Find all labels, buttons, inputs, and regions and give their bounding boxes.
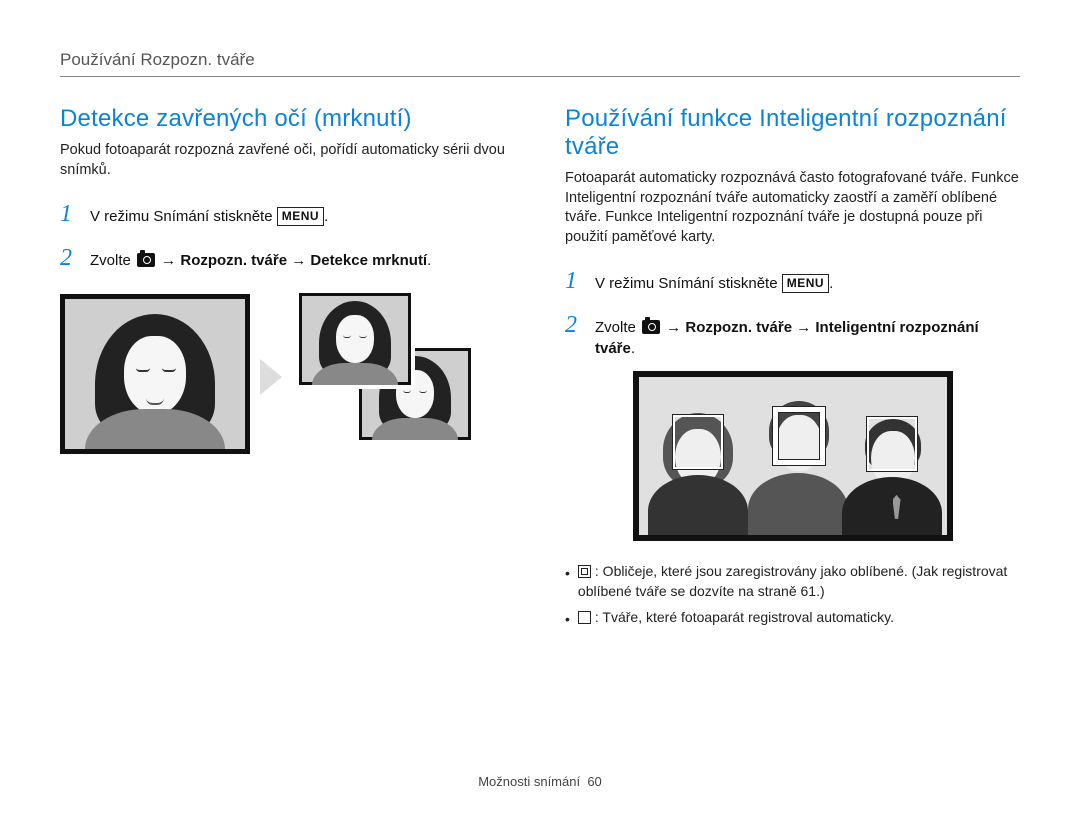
legend-1-text: : Obličeje, které jsou zaregistrovány ja… xyxy=(578,563,1007,599)
step-number: 2 xyxy=(60,242,78,276)
step1-text-b: . xyxy=(324,208,328,225)
page-footer: Možnosti snímání 60 xyxy=(0,774,1080,789)
arrow-icon: → xyxy=(287,252,310,269)
divider xyxy=(60,76,1020,77)
step-number: 1 xyxy=(565,265,583,299)
arrow-icon: → xyxy=(662,319,685,336)
left-intro: Pokud fotoaparát rozpozná zavřené oči, p… xyxy=(60,141,515,180)
step1-text-b: . xyxy=(829,275,833,292)
camera-icon xyxy=(642,320,660,334)
menu-icon: MENU xyxy=(277,207,324,226)
photo-large xyxy=(60,294,250,454)
face-box-double-icon xyxy=(773,407,825,465)
arrow-icon: → xyxy=(157,252,180,269)
footer-page-number: 60 xyxy=(587,774,601,789)
step2-text-end: . xyxy=(631,340,635,357)
legend-2-text: : Tváře, které fotoaparát registroval au… xyxy=(595,609,894,625)
left-title: Detekce zavřených očí (mrknutí) xyxy=(60,105,515,133)
step-number: 2 xyxy=(565,309,583,343)
right-title: Používání funkce Inteligentní rozpoznání… xyxy=(565,105,1020,161)
footer-section: Možnosti snímání xyxy=(478,774,580,789)
right-step-2: 2 Zvolte → Rozpozn. tváře → Inteligentní… xyxy=(565,309,1020,359)
right-column: Používání funkce Inteligentní rozpoznání… xyxy=(565,105,1020,636)
single-square-icon xyxy=(578,611,591,624)
step2-bold-1: Rozpozn. tváře xyxy=(685,319,792,336)
face-recognition-illustration xyxy=(633,371,953,541)
step-number: 1 xyxy=(60,198,78,232)
right-intro: Fotoaparát automaticky rozpoznává často … xyxy=(565,169,1020,247)
arrow-right-icon xyxy=(260,359,282,395)
breadcrumb: Používání Rozpozn. tváře xyxy=(60,50,1020,70)
step2-text-a: Zvolte xyxy=(90,252,135,269)
left-step-2: 2 Zvolte → Rozpozn. tváře → Detekce mrkn… xyxy=(60,242,515,276)
photo-small-1 xyxy=(295,289,415,389)
step1-text-a: V režimu Snímání stiskněte xyxy=(595,275,782,292)
step2-text-a: Zvolte xyxy=(595,319,640,336)
step2-bold-2: Detekce mrknutí xyxy=(310,252,427,269)
camera-icon xyxy=(137,253,155,267)
bullet-icon: • xyxy=(565,607,570,629)
menu-icon: MENU xyxy=(782,274,829,293)
face-box-single-icon xyxy=(867,417,917,471)
step2-bold-1: Rozpozn. tváře xyxy=(180,252,287,269)
step2-text-end: . xyxy=(427,252,431,269)
left-column: Detekce zavřených očí (mrknutí) Pokud fo… xyxy=(60,105,515,636)
face-box-single-icon xyxy=(673,415,723,469)
blink-detection-illustration xyxy=(60,289,500,469)
double-square-icon xyxy=(578,565,591,578)
bullet-icon: • xyxy=(565,561,570,602)
right-step-1: 1 V režimu Snímání stiskněte MENU. xyxy=(565,265,1020,299)
legend-list: • : Obličeje, které jsou zaregistrovány … xyxy=(565,561,1020,630)
arrow-icon: → xyxy=(792,319,815,336)
left-step-1: 1 V režimu Snímání stiskněte MENU. xyxy=(60,198,515,232)
step1-text-a: V režimu Snímání stiskněte xyxy=(90,208,277,225)
